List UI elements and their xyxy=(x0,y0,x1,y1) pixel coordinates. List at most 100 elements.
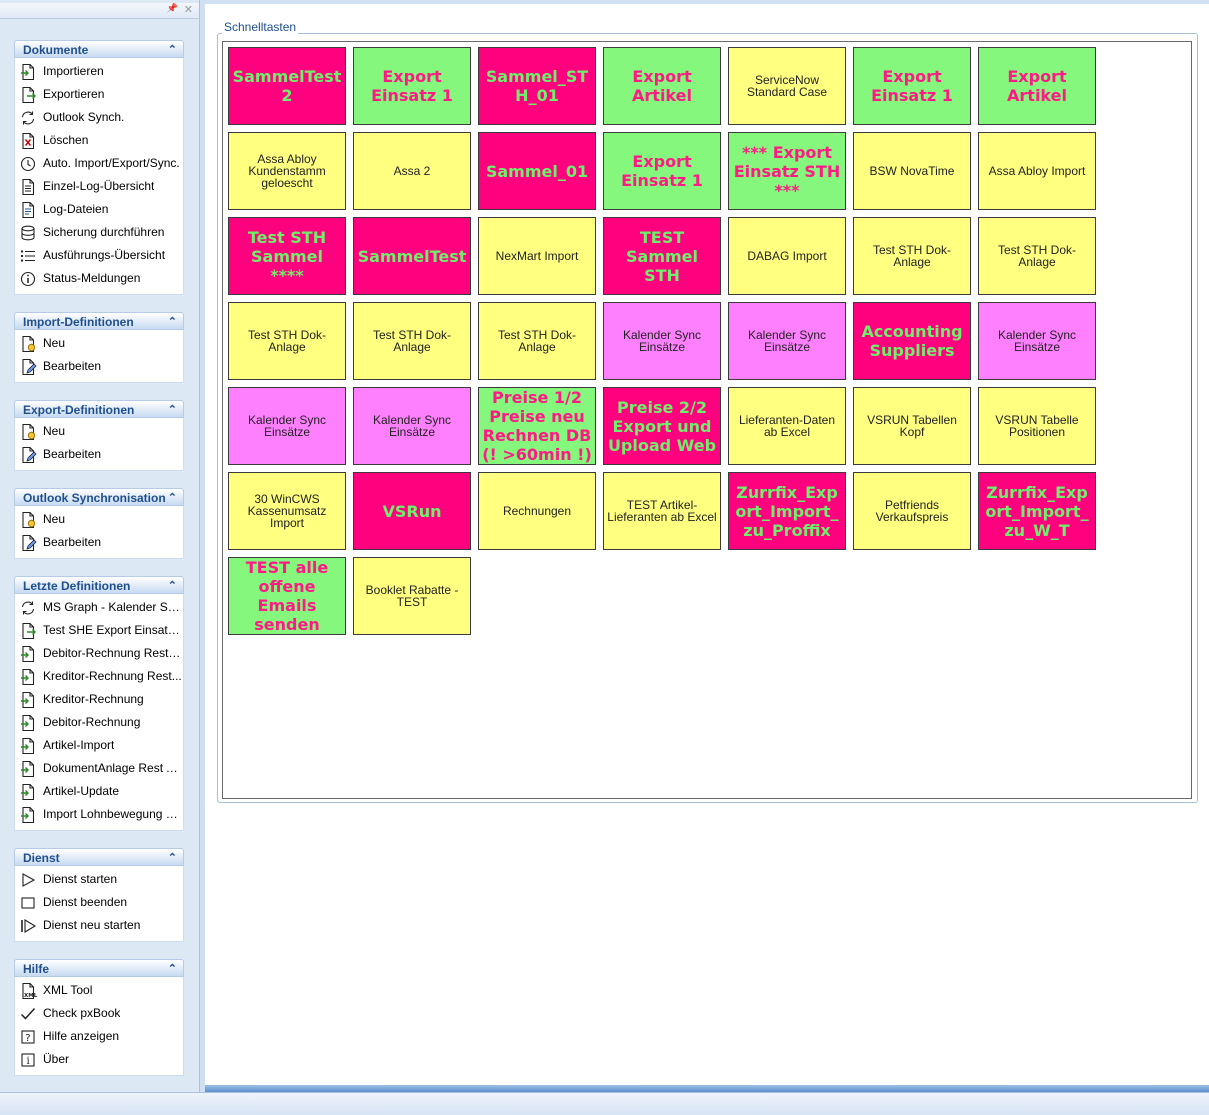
collapse-chevron-icon[interactable]: ⌃ xyxy=(168,849,177,867)
quick-key-tile[interactable]: VSRUN Tabelle Positionen xyxy=(978,387,1096,465)
quick-key-tile[interactable]: Petfriends Verkaufspreis xyxy=(853,472,971,550)
panel-title[interactable]: Letzte Definitionen ⌃ xyxy=(14,576,184,594)
collapse-chevron-icon[interactable]: ⌃ xyxy=(168,577,177,595)
quick-key-tile[interactable]: Preise 2/2 Export und Upload Web xyxy=(603,387,721,465)
panel-title[interactable]: Import-Definitionen ⌃ xyxy=(14,312,184,330)
panel-title[interactable]: Export-Definitionen ⌃ xyxy=(14,400,184,418)
panel-item[interactable]: Status-Meldungen xyxy=(15,267,183,290)
quick-key-tile[interactable]: Lieferanten-Daten ab Excel xyxy=(728,387,846,465)
quick-key-tile[interactable]: Kalender Sync Einsätze xyxy=(603,302,721,380)
quick-key-tile[interactable]: SammelTest xyxy=(353,217,471,295)
quick-key-tile[interactable]: TEST alle offene Emails senden xyxy=(228,557,346,635)
panel-title[interactable]: Dokumente ⌃ xyxy=(14,40,184,58)
quick-key-tile[interactable]: DABAG Import xyxy=(728,217,846,295)
quick-key-tile[interactable]: Export Artikel xyxy=(978,47,1096,125)
quick-key-tile[interactable]: TEST Sammel STH xyxy=(603,217,721,295)
quick-key-tile[interactable]: Test STH Dok-Anlage xyxy=(353,302,471,380)
collapse-chevron-icon[interactable]: ⌃ xyxy=(168,401,177,419)
quick-key-tile[interactable]: Test STH Dok-Anlage xyxy=(978,217,1096,295)
collapse-chevron-icon[interactable]: ⌃ xyxy=(168,41,177,59)
quick-key-tile[interactable]: Test STH Dok-Anlage xyxy=(853,217,971,295)
quick-key-tile[interactable]: Assa 2 xyxy=(353,132,471,210)
panel-item[interactable]: Debitor-Rechnung Rest A... xyxy=(15,642,183,665)
panel-item[interactable]: Dienst beenden xyxy=(15,891,183,914)
quick-key-tile[interactable]: *** Export Einsatz STH *** xyxy=(728,132,846,210)
panel-item[interactable]: Log-Dateien xyxy=(15,198,183,221)
pin-icon[interactable]: 📌 xyxy=(167,3,178,16)
panel-item[interactable]: Bearbeiten xyxy=(15,531,183,554)
panel-item[interactable]: Löschen xyxy=(15,129,183,152)
panel-item[interactable]: Importieren xyxy=(15,60,183,83)
close-icon[interactable]: ✕ xyxy=(184,3,193,16)
quick-key-tile[interactable]: Assa Abloy Kundenstamm geloescht xyxy=(228,132,346,210)
panel-item[interactable]: Dienst neu starten xyxy=(15,914,183,937)
quick-key-tile[interactable]: Export Einsatz 1 xyxy=(603,132,721,210)
quick-key-tile[interactable]: Sammel_STH_01 xyxy=(478,47,596,125)
panel-item[interactable]: Outlook Synch. xyxy=(15,106,183,129)
quick-key-tile[interactable]: VSRUN Tabellen Kopf xyxy=(853,387,971,465)
quick-key-tile[interactable]: Kalender Sync Einsätze xyxy=(353,387,471,465)
splitter[interactable] xyxy=(200,4,205,1092)
panel-item[interactable]: i Über xyxy=(15,1048,183,1071)
quick-key-tile[interactable]: TEST Artikel-Lieferanten ab Excel xyxy=(603,472,721,550)
quick-key-tile[interactable]: Export Einsatz 1 xyxy=(853,47,971,125)
panel-item[interactable]: Kreditor-Rechnung xyxy=(15,688,183,711)
quick-key-tile[interactable]: BSW NovaTime xyxy=(853,132,971,210)
panel-item[interactable]: Bearbeiten xyxy=(15,355,183,378)
panel-item[interactable]: Artikel-Update xyxy=(15,780,183,803)
panel-item-label: Exportieren xyxy=(43,87,105,101)
quick-key-tile[interactable]: Kalender Sync Einsätze xyxy=(978,302,1096,380)
quick-key-tile[interactable]: Accounting Suppliers xyxy=(853,302,971,380)
collapse-chevron-icon[interactable]: ⌃ xyxy=(168,960,177,978)
quick-key-tile[interactable]: Kalender Sync Einsätze xyxy=(228,387,346,465)
quick-key-label: Zurrfix_Export_Import_zu_W_T xyxy=(985,482,1089,540)
quick-key-tile[interactable]: SammelTest 2 xyxy=(228,47,346,125)
quick-key-tile[interactable]: Export Artikel xyxy=(603,47,721,125)
quick-key-tile[interactable]: Sammel_01 xyxy=(478,132,596,210)
panel-title[interactable]: Hilfe ⌃ xyxy=(14,959,184,977)
quick-key-tile[interactable]: Kalender Sync Einsätze xyxy=(728,302,846,380)
panel-item-label: Hilfe anzeigen xyxy=(43,1029,120,1043)
quick-key-tile[interactable]: Zurrfix_Export_Import_zu_Proffix xyxy=(728,472,846,550)
collapse-chevron-icon[interactable]: ⌃ xyxy=(168,489,177,507)
quick-key-tile[interactable]: VSRun xyxy=(353,472,471,550)
quick-key-label: TEST alle offene Emails senden xyxy=(245,558,329,634)
quick-key-tile[interactable]: ServiceNow Standard Case xyxy=(728,47,846,125)
panel-item[interactable]: Test SHE Export Einsatz 1 xyxy=(15,619,183,642)
quick-key-tile[interactable]: Assa Abloy Import xyxy=(978,132,1096,210)
panel-item[interactable]: Sicherung durchführen xyxy=(15,221,183,244)
quick-key-tile[interactable]: Export Einsatz 1 xyxy=(353,47,471,125)
panel-title-label: Import-Definitionen xyxy=(23,315,134,329)
panel-item[interactable]: Dienst starten xyxy=(15,868,183,891)
panel-item[interactable]: ? Hilfe anzeigen xyxy=(15,1025,183,1048)
panel-item[interactable]: Einzel-Log-Übersicht xyxy=(15,175,183,198)
panel-item[interactable]: Import Lohnbewegung Re... xyxy=(15,803,183,826)
panel-item[interactable]: Kreditor-Rechnung Rest... xyxy=(15,665,183,688)
panel-title[interactable]: Dienst ⌃ xyxy=(14,848,184,866)
panel-item[interactable]: Exportieren xyxy=(15,83,183,106)
panel-item[interactable]: DokumentAnlage Rest Api xyxy=(15,757,183,780)
quick-key-tile[interactable]: NexMart Import xyxy=(478,217,596,295)
panel-item[interactable]: Check pxBook xyxy=(15,1002,183,1025)
collapse-chevron-icon[interactable]: ⌃ xyxy=(168,313,177,331)
quick-key-tile[interactable]: Test STH Dok-Anlage xyxy=(228,302,346,380)
panel-title[interactable]: Outlook Synchronisation ⌃ xyxy=(14,488,184,506)
quick-key-tile[interactable]: Test STH Dok-Anlage xyxy=(478,302,596,380)
panel-item[interactable]: MS Graph - Kalender Syn... xyxy=(15,596,183,619)
panel-item[interactable]: Ausführungs-Übersicht xyxy=(15,244,183,267)
quick-key-tile[interactable]: Zurrfix_Export_Import_zu_W_T xyxy=(978,472,1096,550)
panel-item[interactable]: Bearbeiten xyxy=(15,443,183,466)
quick-key-tile[interactable]: Preise 1/2 Preise neu Rechnen DB (! >60m… xyxy=(478,387,596,465)
panel-item[interactable]: Neu xyxy=(15,420,183,443)
panel-item[interactable]: Neu xyxy=(15,508,183,531)
panel-item[interactable]: Neu xyxy=(15,332,183,355)
new-doc-icon xyxy=(19,511,37,529)
quick-key-tile[interactable]: Test STH Sammel **** xyxy=(228,217,346,295)
quick-key-tile[interactable]: 30 WinCWS Kassenumsatz Import xyxy=(228,472,346,550)
quick-key-tile[interactable]: Booklet Rabatte - TEST xyxy=(353,557,471,635)
panel-item[interactable]: XML XML Tool xyxy=(15,979,183,1002)
quick-key-tile[interactable]: Rechnungen xyxy=(478,472,596,550)
panel-item[interactable]: Artikel-Import xyxy=(15,734,183,757)
panel-item[interactable]: Auto. Import/Export/Sync. xyxy=(15,152,183,175)
panel-item[interactable]: Debitor-Rechnung xyxy=(15,711,183,734)
